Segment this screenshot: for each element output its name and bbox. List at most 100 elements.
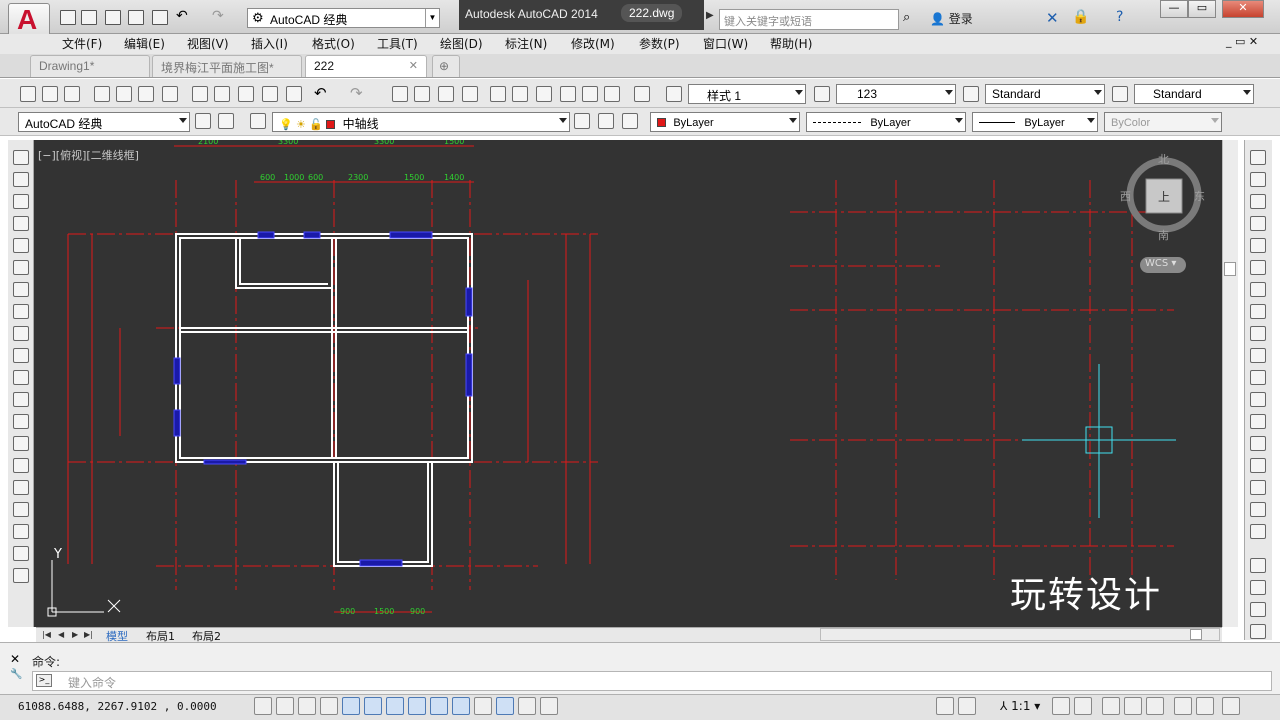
search-expand-icon[interactable]: ▶ <box>706 10 714 21</box>
save-icon[interactable] <box>64 86 80 102</box>
copy-icon[interactable] <box>214 86 230 102</box>
prev-layout-icon[interactable]: ◀ <box>58 630 64 639</box>
maximize-button[interactable]: ▭ <box>1188 0 1216 18</box>
login-link[interactable]: 👤 登录 <box>930 10 973 27</box>
clean-screen-icon[interactable] <box>1222 697 1240 715</box>
revcloud-icon[interactable] <box>13 304 29 319</box>
viewport-controls[interactable]: [−][俯视][二维线框] <box>38 147 139 163</box>
undo-icon[interactable]: ↶ <box>314 84 327 102</box>
doc-tab-222[interactable]: 222 ✕ <box>305 55 427 77</box>
polar-tracking-icon[interactable] <box>342 697 360 715</box>
menu-insert[interactable]: 插入(I) <box>251 35 288 52</box>
model-space-icon[interactable] <box>936 697 954 715</box>
command-prompt-icon[interactable]: >_ <box>36 674 52 687</box>
paste-icon[interactable] <box>238 86 254 102</box>
chamfer-icon[interactable] <box>1250 458 1266 473</box>
menu-dimension[interactable]: 标注(N) <box>505 35 547 52</box>
match-properties-icon[interactable] <box>286 86 302 102</box>
lock-ui-icon[interactable] <box>1124 697 1142 715</box>
arc-icon[interactable] <box>13 260 29 275</box>
spline-icon[interactable] <box>13 326 29 341</box>
snap-mode-icon[interactable] <box>276 697 294 715</box>
layer-select[interactable]: 💡 ☀ 🔓 中轴线 <box>272 112 570 132</box>
doc-tab-drawing1[interactable]: Drawing1* <box>30 55 150 77</box>
join-icon[interactable] <box>1250 436 1266 451</box>
menu-tools[interactable]: 工具(T) <box>377 35 418 52</box>
bring-above-icon[interactable] <box>1250 624 1266 639</box>
horizontal-scroll-thumb[interactable] <box>1190 629 1202 640</box>
menu-file[interactable]: 文件(F) <box>62 35 102 52</box>
close-window-button[interactable]: ✕ <box>1222 0 1264 18</box>
send-back-icon[interactable] <box>1250 602 1266 617</box>
doc-minimize-icon[interactable]: _ ▭ ✕ <box>1226 35 1258 48</box>
explode-icon[interactable] <box>1250 524 1266 539</box>
annotation-scale[interactable]: ⅄ 1:1 ▾ <box>1000 699 1040 713</box>
dim-style-icon[interactable] <box>814 86 830 102</box>
array-icon[interactable] <box>1250 238 1266 253</box>
vertical-scroll-thumb[interactable] <box>1224 262 1236 276</box>
plot-icon[interactable] <box>152 10 168 25</box>
line-icon[interactable] <box>13 150 29 165</box>
plot-icon[interactable] <box>94 86 110 102</box>
vertical-scrollbar[interactable] <box>1222 140 1238 627</box>
viewcube-north[interactable]: 北 <box>1158 151 1169 167</box>
next-layout-icon[interactable]: ▶ <box>72 630 78 639</box>
customize-command-icon[interactable]: 🔧 <box>10 668 24 682</box>
open-icon[interactable] <box>42 86 58 102</box>
multileader-style-select[interactable]: Standard <box>1134 84 1254 104</box>
bring-front-icon[interactable] <box>1250 580 1266 595</box>
viewcube-west[interactable]: 西 <box>1120 188 1131 204</box>
horizontal-scrollbar[interactable] <box>820 628 1220 641</box>
doc-tab-plan[interactable]: 境界梅江平面施工图* <box>152 55 302 77</box>
publish-icon[interactable] <box>138 86 154 102</box>
zoom-realtime-icon[interactable] <box>414 86 430 102</box>
close-command-icon[interactable]: ✕ <box>10 650 24 668</box>
menu-draw[interactable]: 绘图(D) <box>440 35 483 52</box>
table-icon[interactable] <box>13 524 29 539</box>
ellipse-arc-icon[interactable] <box>13 370 29 385</box>
mtext-icon[interactable] <box>13 546 29 561</box>
workspace-settings-icon[interactable] <box>195 113 211 129</box>
coordinate-readout[interactable]: 61088.6488, 2267.9102 , 0.0000 <box>18 700 217 713</box>
layer-previous-icon[interactable] <box>598 113 614 129</box>
infer-constraints-icon[interactable] <box>254 697 272 715</box>
redo-icon[interactable]: ↷ <box>212 8 224 24</box>
layer-manager-icon[interactable] <box>218 113 234 129</box>
table-style-icon[interactable] <box>963 86 979 102</box>
add-selected-icon[interactable] <box>13 568 29 583</box>
object-snap-icon[interactable] <box>364 697 382 715</box>
extend-icon[interactable] <box>1250 370 1266 385</box>
cut-icon[interactable] <box>192 86 208 102</box>
redo-icon[interactable]: ↷ <box>350 84 363 102</box>
offset-icon[interactable] <box>1250 216 1266 231</box>
rotate-icon[interactable] <box>1250 282 1266 297</box>
design-center-icon[interactable] <box>512 86 528 102</box>
transparency-icon[interactable] <box>496 697 514 715</box>
make-current-layer-icon[interactable] <box>574 113 590 129</box>
paste-block-icon[interactable] <box>262 86 278 102</box>
help-icon[interactable] <box>634 86 650 102</box>
scale-icon[interactable] <box>1250 304 1266 319</box>
plot-preview-icon[interactable] <box>116 86 132 102</box>
lightbulb-icon[interactable] <box>1196 697 1214 715</box>
save-icon[interactable] <box>105 10 121 25</box>
undo-icon[interactable]: ↶ <box>176 8 188 24</box>
object-snap-tracking-icon[interactable] <box>408 697 426 715</box>
annotation-visibility-icon[interactable] <box>1052 697 1070 715</box>
isolate-objects-icon[interactable] <box>1174 697 1192 715</box>
fillet-icon[interactable] <box>1250 480 1266 495</box>
menu-parameters[interactable]: 参数(P) <box>639 35 680 52</box>
viewcube-east[interactable]: 东 <box>1194 188 1205 204</box>
wcs-menu[interactable]: WCS ▾ <box>1140 257 1186 273</box>
layer-states-icon[interactable] <box>250 113 266 129</box>
rectangle-icon[interactable] <box>13 238 29 253</box>
insert-block-icon[interactable] <box>13 392 29 407</box>
linetype-select[interactable]: ByLayer <box>806 112 966 132</box>
polyline-icon[interactable] <box>13 194 29 209</box>
trim-icon[interactable] <box>1250 348 1266 363</box>
gradient-icon[interactable] <box>13 480 29 495</box>
auto-scale-icon[interactable] <box>1074 697 1092 715</box>
close-tab-icon[interactable]: ✕ <box>409 59 418 72</box>
text-style-icon[interactable] <box>666 86 682 102</box>
workspace-select-2[interactable]: AutoCAD 经典 <box>18 112 190 132</box>
